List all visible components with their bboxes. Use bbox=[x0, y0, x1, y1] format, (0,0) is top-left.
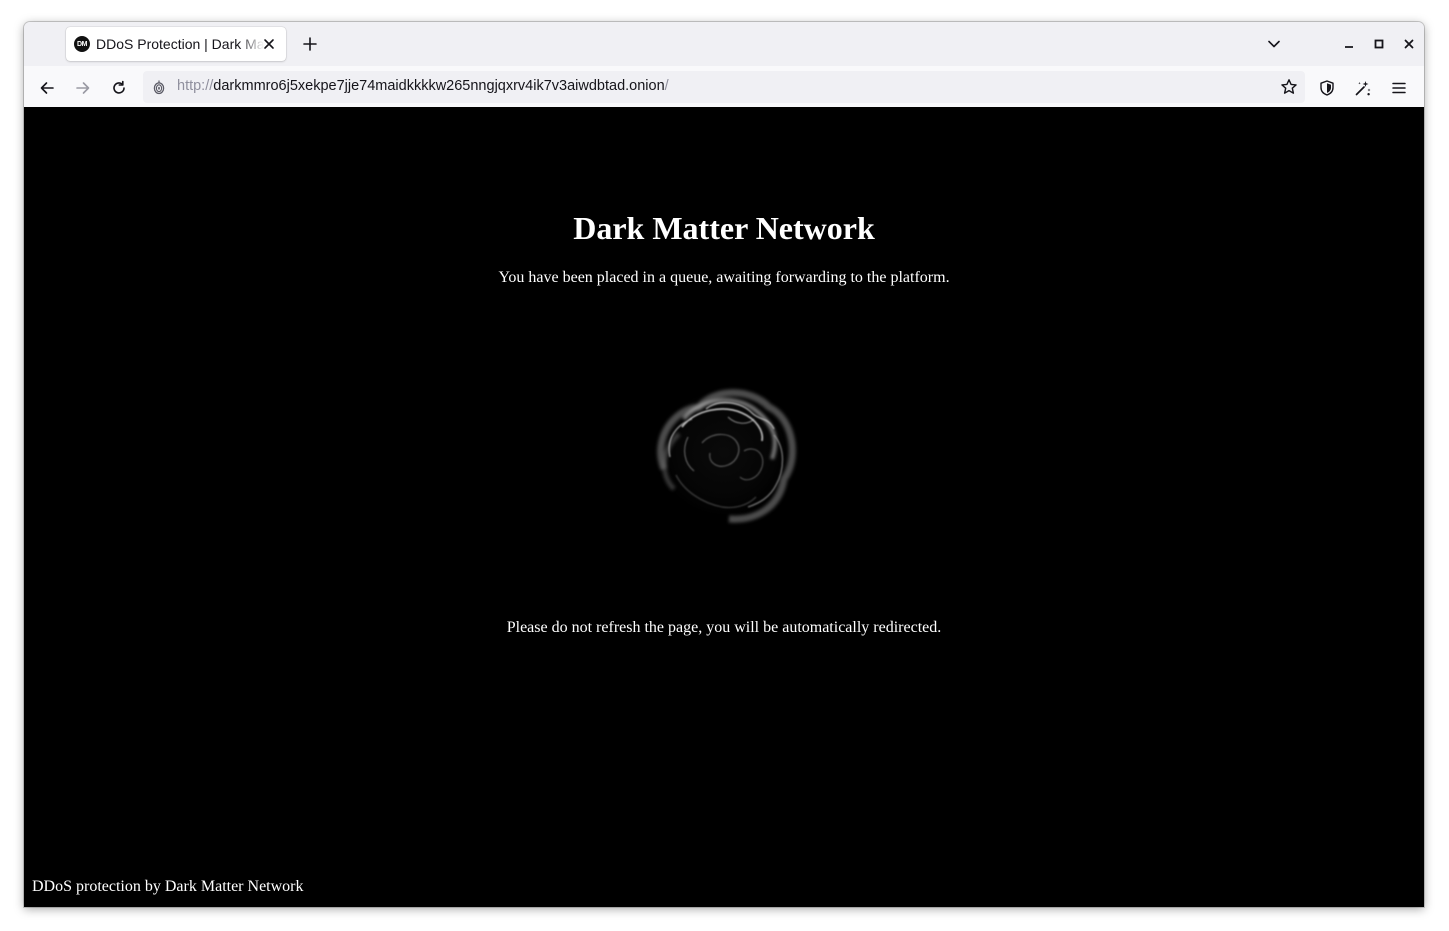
arrow-left-icon[interactable] bbox=[33, 74, 61, 102]
onion-icon[interactable] bbox=[151, 79, 167, 95]
redirect-message: Please do not refresh the page, you will… bbox=[506, 619, 942, 636]
magic-wand-icon[interactable] bbox=[1349, 74, 1377, 102]
footer-text: DDoS protection by Dark Matter Network bbox=[32, 878, 304, 895]
site-favicon: DM bbox=[74, 36, 90, 52]
close-icon[interactable] bbox=[260, 35, 278, 53]
reload-icon[interactable] bbox=[105, 74, 133, 102]
navigation-toolbar: http://darkmmro6j5xekpe7jje74maidkkkkw26… bbox=[24, 66, 1424, 108]
chevron-down-icon[interactable] bbox=[1262, 32, 1286, 56]
star-icon[interactable] bbox=[1279, 77, 1299, 97]
tab-title: DDoS Protection | Dark Matter Network bbox=[96, 36, 264, 52]
shield-icon[interactable] bbox=[1313, 74, 1341, 102]
queue-message: You have been placed in a queue, awaitin… bbox=[498, 269, 950, 286]
tab-active[interactable]: DM DDoS Protection | Dark Matter Network bbox=[66, 27, 286, 61]
url-scheme: http:// bbox=[177, 78, 214, 94]
url-host: darkmmro6j5xekpe7jje74maidkkkkw265nngjqx… bbox=[213, 78, 665, 94]
minimize-icon[interactable] bbox=[1337, 32, 1361, 56]
url-input[interactable]: http://darkmmro6j5xekpe7jje74maidkkkkw26… bbox=[177, 78, 669, 94]
url-path: / bbox=[664, 78, 669, 94]
arrow-right-icon[interactable] bbox=[69, 74, 97, 102]
plus-icon[interactable] bbox=[298, 32, 322, 56]
browser-window: DM DDoS Protection | Dark Matter Network bbox=[24, 22, 1424, 907]
page-content: Dark Matter Network You have been placed… bbox=[24, 107, 1424, 907]
maximize-icon[interactable] bbox=[1367, 32, 1391, 56]
page-title: Dark Matter Network bbox=[573, 210, 875, 246]
url-bar[interactable]: http://darkmmro6j5xekpe7jje74maidkkkkw26… bbox=[143, 71, 1305, 103]
hamburger-icon[interactable] bbox=[1385, 74, 1413, 102]
loading-smoke-icon bbox=[657, 389, 796, 523]
tab-strip: DM DDoS Protection | Dark Matter Network bbox=[24, 22, 1424, 66]
close-window-icon[interactable] bbox=[1397, 32, 1421, 56]
